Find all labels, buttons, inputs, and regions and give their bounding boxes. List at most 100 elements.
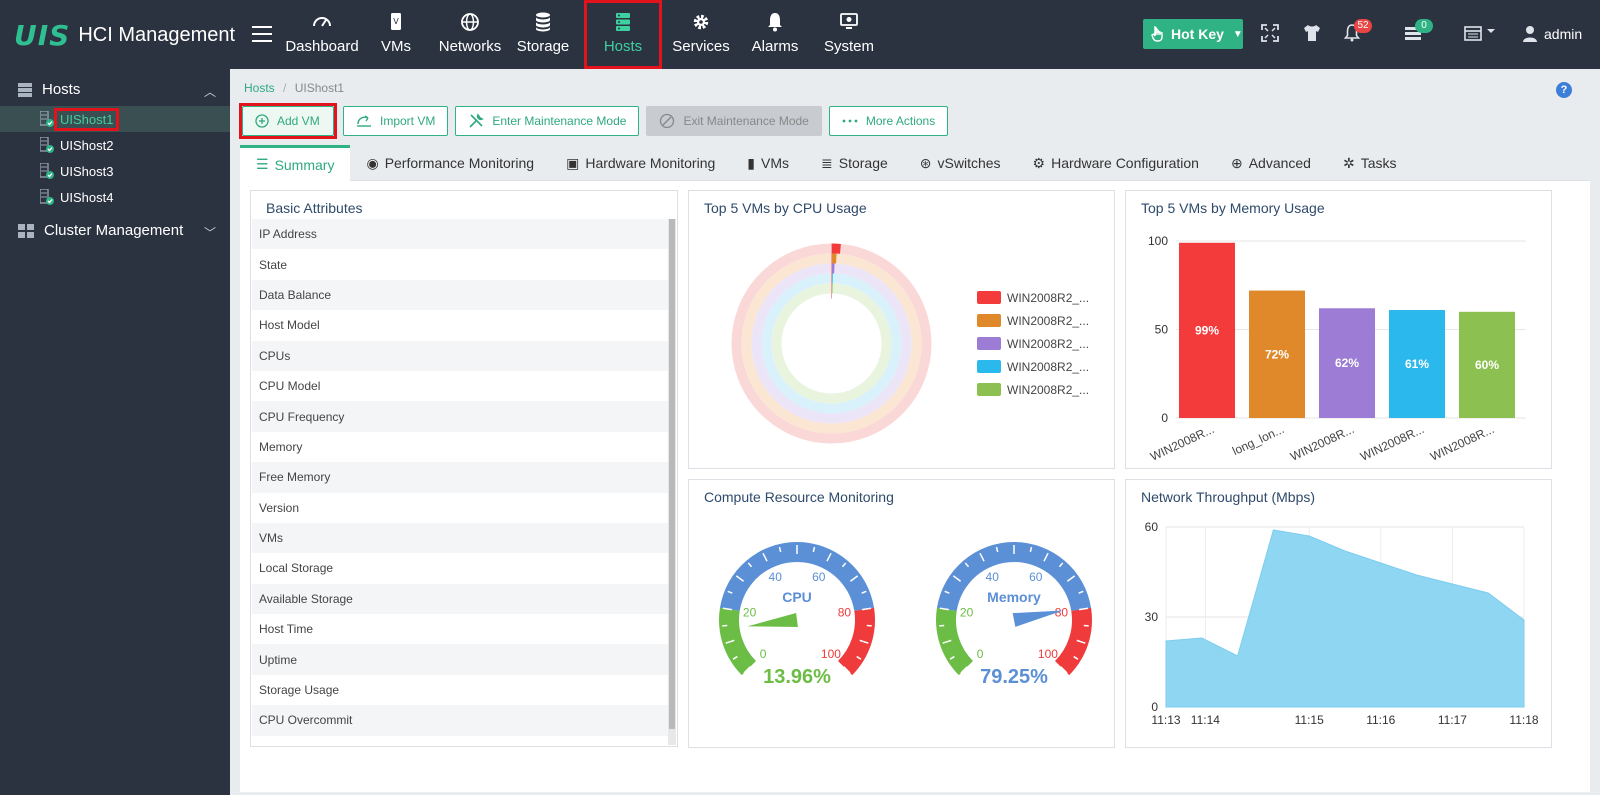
legend-item[interactable]: WIN2008R2_...	[977, 332, 1089, 355]
add-vm-highlight: Add VM	[239, 103, 337, 139]
x-tick-label: WIN2008R...	[1428, 422, 1496, 464]
alarm-count-badge: 52	[1354, 19, 1372, 33]
cpu-legend: WIN2008R2_... WIN2008R2_... WIN2008R2_... W…	[977, 286, 1089, 401]
legend-item[interactable]: WIN2008R2_...	[977, 309, 1089, 332]
compute-card: Compute Resource Monitoring 0 20 40 60 80 100…	[688, 479, 1115, 748]
gauge-tick-label: 60	[1029, 570, 1043, 584]
legend-item[interactable]: WIN2008R2_...	[977, 286, 1089, 309]
gear-icon	[693, 14, 709, 30]
sidebar-item-uishost1[interactable]: UIShost1	[0, 106, 230, 132]
nav-storage[interactable]: Storage	[506, 0, 580, 69]
breadcrumb-hosts-link[interactable]: Hosts	[244, 81, 275, 95]
nav-label: Networks	[438, 38, 502, 55]
gauge-tick-label: 20	[743, 605, 757, 619]
breadcrumb: Hosts / UIShost1	[244, 81, 344, 95]
attribute-row: CPU Overcommit	[252, 705, 670, 736]
scrollbar-thumb[interactable]	[669, 219, 675, 729]
chevron-down-icon[interactable]: ﹀	[204, 224, 216, 241]
attribute-row: CPUs	[252, 340, 670, 371]
bar-data-label: 61%	[1405, 357, 1429, 371]
add-vm-button[interactable]: Add VM	[242, 106, 334, 136]
sidebar-item-uishost2[interactable]: UIShost2	[0, 132, 230, 158]
network-title: Network Throughput (Mbps)	[1141, 489, 1316, 505]
breadcrumb-separator: /	[283, 81, 287, 95]
tab-vms[interactable]: ▮ VMs	[731, 145, 805, 181]
cpu-top5-title: Top 5 VMs by CPU Usage	[704, 200, 867, 216]
server-icon	[18, 82, 32, 97]
app-title: HCI Management	[78, 23, 236, 46]
host-label: UIShost3	[60, 163, 114, 179]
enter-maintenance-button[interactable]: Enter Maintenance Mode	[455, 106, 640, 136]
chevron-up-icon[interactable]: ︿	[204, 83, 216, 100]
menu-toggle-icon[interactable]	[252, 26, 272, 42]
plus-circle-icon	[255, 114, 269, 128]
list-icon: ☰	[256, 156, 269, 172]
switch-icon: ⊛	[919, 154, 932, 171]
theme-shirt-icon[interactable]	[1302, 23, 1324, 45]
attribute-row: IP Address	[252, 219, 670, 250]
host-online-icon	[40, 189, 54, 205]
cpu-gauge: 0 20 40 60 80 100 CPU 13.96%	[719, 542, 875, 688]
gauge-tick-label: 40	[986, 570, 1000, 584]
legend-swatch	[977, 314, 1001, 327]
attribute-scrollbar[interactable]	[668, 219, 676, 745]
cpu-top5-card: Top 5 VMs by CPU Usage WIN2008R2_... WIN2…	[688, 190, 1115, 469]
nav-alarms[interactable]: Alarms	[738, 0, 812, 69]
y-tick-label: 0	[1151, 700, 1158, 714]
y-tick-label: 30	[1145, 610, 1159, 624]
sidebar-item-uishost3[interactable]: UIShost3	[0, 158, 230, 184]
legend-item[interactable]: WIN2008R2_...	[977, 378, 1089, 401]
sidebar-section-cluster[interactable]: Cluster Management ﹀	[0, 214, 230, 247]
tab-advanced[interactable]: ⊕ Advanced	[1215, 145, 1327, 181]
basic-attributes-card: Basic Attributes IP Address State Data Bal…	[250, 190, 678, 747]
tab-hardware-monitoring[interactable]: ▣ Hardware Monitoring	[550, 145, 731, 181]
vm-icon: ▮	[747, 154, 755, 171]
host-label: UIShost4	[60, 189, 114, 205]
sidebar-section-hosts[interactable]: Hosts ︿	[0, 73, 230, 106]
import-vm-button[interactable]: Import VM	[343, 106, 449, 136]
tab-performance-monitoring[interactable]: ◉ Performance Monitoring	[350, 145, 550, 181]
legend-swatch	[977, 383, 1001, 396]
attribute-list: IP Address State Data Balance Host Model CPU…	[252, 219, 670, 745]
nav-label: Storage	[516, 38, 570, 55]
sidebar-item-uishost4[interactable]: UIShost4	[0, 184, 230, 210]
nav-vms[interactable]: V VMs	[358, 0, 434, 69]
nav-label: Services	[672, 38, 730, 55]
tab-summary[interactable]: ☰ Summary	[240, 145, 351, 181]
x-tick-label: WIN2008R...	[1148, 422, 1216, 464]
attribute-row: Memory	[259, 439, 303, 454]
hotkey-button[interactable]: Hot Key ▼	[1143, 19, 1243, 49]
bar-data-label: 60%	[1475, 358, 1499, 372]
fullscreen-icon[interactable]	[1260, 23, 1282, 45]
more-actions-button[interactable]: More Actions	[828, 106, 949, 136]
gauge-value: 13.96%	[763, 666, 831, 688]
exit-maintenance-button[interactable]: Exit Maintenance Mode	[646, 106, 822, 136]
nav-services[interactable]: Services	[664, 0, 738, 69]
help-icon[interactable]: ?	[1556, 82, 1572, 98]
main-content: Hosts / UIShost1 ? Add VM Import VM Ente…	[230, 69, 1600, 795]
tab-storage[interactable]: ≣ Storage	[805, 145, 904, 181]
x-tick-label: WIN2008R...	[1358, 422, 1426, 464]
attribute-row: Host Time	[259, 622, 314, 637]
tab-hardware-configuration[interactable]: ⚙ Hardware Configuration	[1017, 145, 1215, 181]
nav-networks[interactable]: Networks	[434, 0, 506, 69]
bell-icon	[768, 13, 782, 32]
user-menu[interactable]: admin	[1522, 25, 1582, 43]
tab-tasks[interactable]: ✲ Tasks	[1327, 145, 1413, 181]
nav-system[interactable]: System	[812, 0, 886, 69]
tab-vswitches[interactable]: ⊛ vSwitches	[904, 145, 1017, 181]
logo-mark: UIS	[14, 18, 71, 52]
tab-label: VMs	[761, 155, 789, 171]
gauge-tick-label: 20	[960, 605, 974, 619]
legend-item[interactable]: WIN2008R2_...	[977, 355, 1089, 378]
gauge-label: CPU	[782, 589, 812, 605]
action-toolbar: Add VM Import VM Enter Maintenance Mode …	[239, 103, 955, 139]
calendar-dropdown-icon[interactable]	[1463, 23, 1503, 45]
task-list-icon[interactable]: 0	[1403, 19, 1433, 45]
hand-icon	[1151, 26, 1163, 42]
x-tick-label: 11:17	[1438, 713, 1467, 727]
notification-bell-icon[interactable]: 52	[1342, 19, 1372, 45]
network-card: Network Throughput (Mbps) 0 30 60 11:13 11:1…	[1125, 479, 1552, 748]
nav-hosts[interactable]: Hosts	[584, 0, 662, 76]
nav-dashboard[interactable]: Dashboard	[285, 0, 359, 69]
